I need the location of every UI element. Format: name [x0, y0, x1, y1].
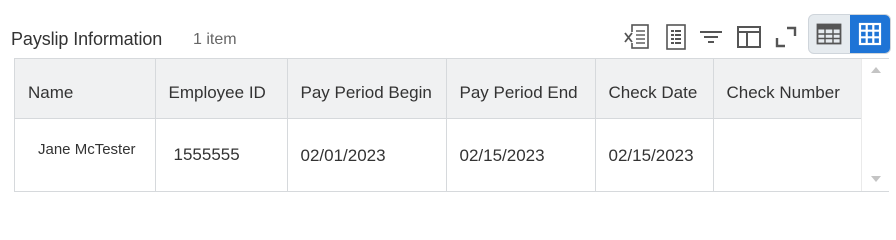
- export-to-excel-icon[interactable]: [621, 22, 653, 52]
- header-row: Name Employee ID Pay Period Begin Pay Pe…: [15, 59, 863, 119]
- cell-pay-period-begin: 02/01/2023: [287, 118, 447, 192]
- column-header-name[interactable]: Name: [15, 59, 156, 119]
- column-header-check-date[interactable]: Check Date: [595, 59, 714, 119]
- column-layout-icon[interactable]: [735, 22, 763, 52]
- cell-name[interactable]: Jane McTester: [15, 118, 156, 192]
- payslip-table: Name Employee ID Pay Period Begin Pay Pe…: [15, 59, 863, 192]
- fullscreen-icon[interactable]: [773, 22, 799, 52]
- grid-header: Payslip Information 1 item: [0, 0, 896, 58]
- scroll-down-arrow-icon[interactable]: [871, 176, 881, 182]
- cell-employee-id: 1555555: [155, 118, 288, 192]
- cell-check-date: 02/15/2023: [595, 118, 714, 192]
- column-header-pay-period-begin[interactable]: Pay Period Begin: [287, 59, 447, 119]
- cell-pay-period-end: 02/15/2023: [446, 118, 596, 192]
- table-row[interactable]: Jane McTester 1555555 02/01/2023 02/15/2…: [15, 118, 863, 192]
- table-view-icon[interactable]: [809, 15, 849, 53]
- column-header-employee-id[interactable]: Employee ID: [155, 59, 288, 119]
- grid-view-icon[interactable]: [850, 15, 890, 53]
- cell-check-number: [713, 118, 863, 192]
- vertical-scrollbar[interactable]: [861, 59, 889, 191]
- view-toggle: [808, 14, 891, 54]
- column-header-check-number[interactable]: Check Number: [713, 59, 863, 119]
- scroll-up-arrow-icon[interactable]: [871, 67, 881, 73]
- grid-title: Payslip Information: [11, 29, 163, 49]
- payslip-grid: Name Employee ID Pay Period Begin Pay Pe…: [14, 58, 889, 192]
- column-header-pay-period-end[interactable]: Pay Period End: [446, 59, 596, 119]
- filter-icon[interactable]: [697, 22, 725, 52]
- export-to-worksheets-icon[interactable]: [662, 22, 690, 52]
- item-count: 1 item: [193, 31, 237, 48]
